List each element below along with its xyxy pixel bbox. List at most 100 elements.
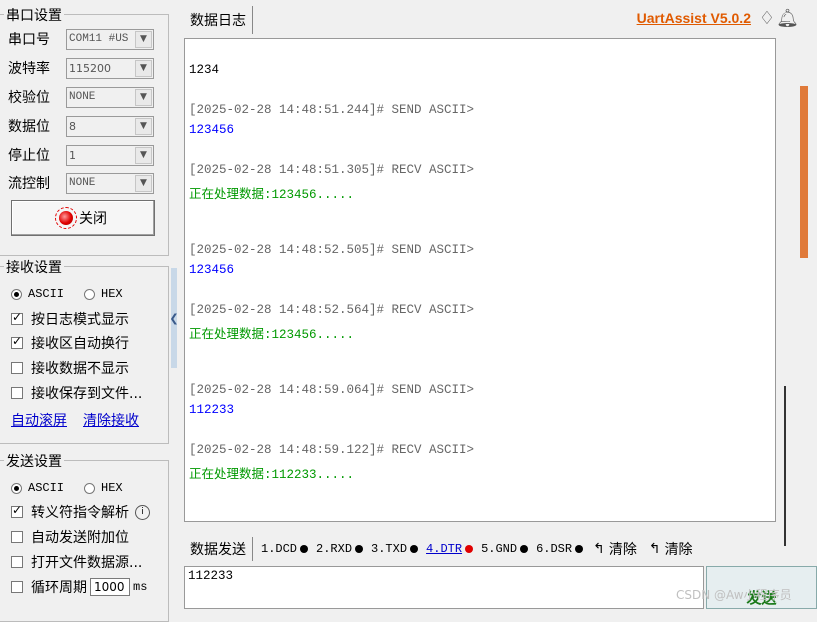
clear-arrow-icon: ↰ (593, 541, 605, 557)
checkbox[interactable] (11, 387, 23, 399)
checkbox[interactable] (11, 334, 23, 349)
chevron-down-icon: ▼ (135, 88, 152, 106)
diamond-icon[interactable]: ♢ (759, 8, 775, 29)
flow-select[interactable]: NONE ▼ (66, 172, 154, 194)
option-label: 接收区自动换行 (31, 336, 129, 352)
databits-select[interactable]: 8 ▼ (66, 115, 154, 137)
option-log-mode[interactable]: 按日志模式显示 (11, 308, 129, 330)
radio-hex[interactable] (84, 288, 96, 300)
checkbox[interactable] (11, 362, 23, 374)
parity-value: NONE (69, 91, 96, 103)
baud-value: 115200 (69, 61, 111, 75)
brand-link[interactable]: UartAssist V5.0.2 (637, 10, 751, 26)
clear-arrow-icon: ↰ (648, 541, 661, 557)
flow-label: 流控制 (8, 176, 50, 192)
send-input[interactable]: 112233 (184, 566, 704, 609)
log-header: 数据日志 UartAssist V5.0.2 ♢ 🔔︎ (180, 0, 817, 38)
log-scrollbar[interactable] (776, 38, 802, 546)
log-line: 1234 (189, 63, 220, 77)
databits-value: 8 (69, 119, 76, 133)
signal-rxd[interactable]: 2.RXD (316, 542, 364, 556)
watermark: CSDN @Aw小程序员 (676, 588, 792, 602)
option-loop-period[interactable]: 循环周期 1000 ms (11, 576, 147, 598)
signal-dcd[interactable]: 1.DCD (261, 542, 309, 556)
left-panel: 串口设置 串口号 COM11 #US ▼ 波特率 115200 ▼ 校验位 NONE… (0, 0, 176, 622)
signal-dot-icon (465, 545, 474, 553)
stopbits-label: 停止位 (8, 148, 50, 164)
port-value: COM11 #US (69, 33, 129, 45)
log-line: [2025-02-28 14:48:51.305]# RECV ASCII> (189, 163, 475, 177)
option-label: 自动发送附加位 (31, 530, 129, 546)
parity-select[interactable]: NONE ▼ (66, 86, 154, 108)
log-line: [2025-02-28 14:48:52.505]# SEND ASCII> (189, 243, 475, 257)
option-label: 接收数据不显示 (31, 361, 129, 377)
receive-hex-label: HEX (101, 287, 123, 301)
period-unit: ms (133, 580, 148, 594)
option-auto-wrap[interactable]: 接收区自动换行 (11, 332, 129, 354)
option-escape-parse[interactable]: 转义符指令解析 i (11, 501, 150, 523)
port-row: 串口号 COM11 #US ▼ (8, 27, 154, 51)
bell-icon[interactable]: 🔔︎ (776, 8, 799, 29)
period-input[interactable]: 1000 (90, 578, 130, 596)
signal-label: 1.DCD (261, 542, 298, 556)
option-file-source[interactable]: 打开文件数据源... (11, 551, 142, 573)
signal-gnd[interactable]: 5.GND (481, 542, 529, 556)
log-line: 123456 (189, 263, 235, 277)
status-led-icon (55, 207, 77, 229)
checkbox[interactable] (11, 310, 23, 325)
signal-dtr[interactable]: 4.DTR (426, 542, 474, 556)
close-label: 关闭 (79, 211, 107, 227)
tab-data-log[interactable]: 数据日志 (184, 6, 253, 34)
log-line: 正在处理数据:123456..... (189, 328, 355, 342)
auto-scroll-link[interactable]: 自动滚屏 (11, 410, 67, 430)
signal-dot-icon (520, 545, 529, 553)
checkbox[interactable] (11, 531, 23, 543)
log-line: 123456 (189, 123, 235, 137)
signal-dot-icon (300, 545, 309, 553)
info-icon[interactable]: i (135, 504, 150, 520)
clear-history-button[interactable]: ↰ 清除 (593, 539, 637, 559)
baud-label: 波特率 (8, 61, 50, 77)
chevron-down-icon: ▼ (135, 146, 152, 164)
send-toolbar: 数据发送 1.DCD 2.RXD 3.TXD 4.DTR 5.GND 6.DSR… (184, 534, 817, 564)
signal-label: 3.TXD (371, 542, 408, 556)
port-select[interactable]: COM11 #US ▼ (66, 28, 154, 50)
signal-dsr[interactable]: 6.DSR (536, 542, 584, 556)
clear-send-button[interactable]: ↰ 清除 (649, 539, 693, 559)
tab-data-send[interactable]: 数据发送 (184, 537, 253, 561)
log-line: [2025-02-28 14:48:59.064]# SEND ASCII> (189, 383, 475, 397)
receive-format-row: ASCII HEX (11, 283, 123, 305)
baud-select[interactable]: 115200 ▼ (66, 57, 154, 79)
checkbox[interactable] (11, 556, 23, 568)
parity-row: 校验位 NONE ▼ (8, 85, 154, 109)
receive-log-area[interactable]: 1234 [2025-02-28 14:48:51.244]# SEND ASC… (184, 38, 776, 522)
databits-label: 数据位 (8, 119, 50, 135)
receive-links: 自动滚屏 清除接收 (11, 409, 139, 431)
log-line: 112233 (189, 403, 235, 417)
checkbox[interactable] (11, 503, 23, 518)
clear-receive-link[interactable]: 清除接收 (83, 410, 139, 430)
option-auto-append[interactable]: 自动发送附加位 (11, 526, 129, 548)
option-save-file[interactable]: 接收保存到文件... (11, 382, 142, 404)
panel-splitter[interactable]: ❮ (169, 268, 179, 368)
receive-group-title: 接收设置 (4, 257, 64, 277)
option-label: 打开文件数据源... (31, 555, 143, 571)
chevron-left-icon: ❮ (169, 311, 179, 325)
send-group-title: 发送设置 (4, 451, 64, 471)
checkbox[interactable] (11, 581, 23, 593)
parity-label: 校验位 (8, 90, 50, 106)
scrollbar-thumb[interactable] (784, 386, 786, 546)
radio-ascii[interactable] (11, 288, 22, 300)
signal-txd[interactable]: 3.TXD (371, 542, 419, 556)
stopbits-select[interactable]: 1 ▼ (66, 144, 154, 166)
option-label: 转义符指令解析 (31, 505, 129, 521)
signal-label: 4.DTR (426, 542, 463, 556)
chevron-down-icon: ▼ (135, 59, 152, 77)
option-hide-data[interactable]: 接收数据不显示 (11, 357, 129, 379)
radio-ascii[interactable] (11, 482, 22, 494)
window-scrollbar-thumb[interactable] (800, 86, 808, 258)
baud-row: 波特率 115200 ▼ (8, 56, 154, 80)
close-port-button[interactable]: 关闭 (11, 200, 155, 236)
log-line: [2025-02-28 14:48:51.244]# SEND ASCII> (189, 103, 475, 117)
radio-hex[interactable] (84, 482, 96, 494)
